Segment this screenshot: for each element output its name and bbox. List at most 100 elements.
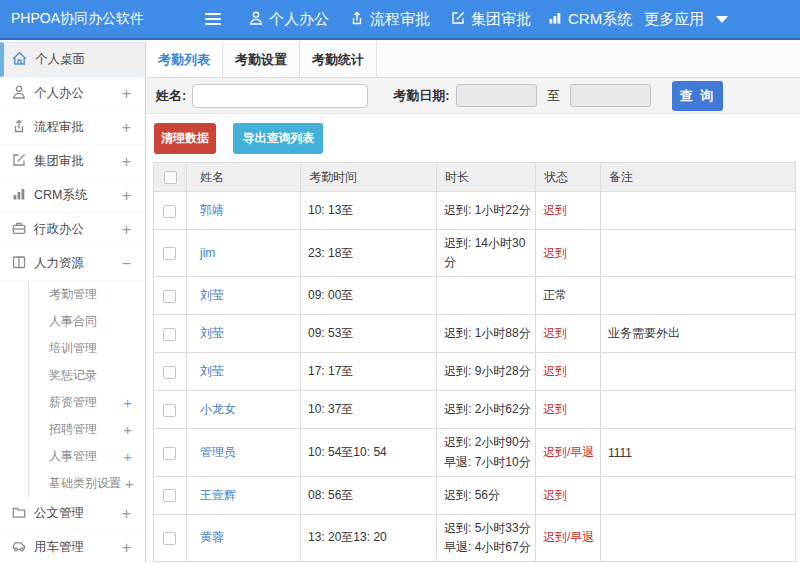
name-label: 姓名:: [156, 87, 186, 105]
status: 迟到: [536, 476, 601, 514]
expand-icon[interactable]: +: [122, 187, 131, 205]
expand-icon[interactable]: +: [122, 221, 131, 239]
employee-name-link[interactable]: jim: [200, 246, 215, 260]
col-note: 备注: [601, 163, 796, 192]
sidebar-item-workflow-approval[interactable]: 流程审批 +: [0, 111, 145, 145]
nav-workflow-approval[interactable]: 流程审批: [349, 10, 430, 29]
tab-attendance-list[interactable]: 考勤列表: [146, 42, 223, 77]
employee-name-link[interactable]: 王壹辉: [200, 488, 236, 502]
expand-icon[interactable]: +: [119, 448, 132, 465]
col-duration: 时长: [437, 163, 536, 192]
search-button[interactable]: 查 询: [672, 81, 724, 111]
sidebar-subitem-personnel-mgmt[interactable]: 人事管理 +: [0, 443, 145, 470]
collapse-icon[interactable]: −: [122, 255, 131, 273]
sidebar-item-personal-office[interactable]: 个人办公 +: [0, 77, 145, 111]
sidebar-subitem-training-mgmt[interactable]: 培训管理: [0, 335, 145, 362]
employee-name-link[interactable]: 刘莹: [200, 364, 224, 378]
expand-icon[interactable]: +: [122, 539, 131, 557]
expand-icon[interactable]: +: [122, 153, 131, 171]
status: 迟到: [536, 230, 601, 277]
menu-toggle-icon[interactable]: [205, 13, 221, 25]
row-checkbox[interactable]: [163, 447, 176, 460]
table-row: 小龙女 10: 37至 迟到: 2小时62分 迟到: [154, 391, 796, 429]
employee-name-link[interactable]: 黄蓉: [200, 530, 224, 544]
book-icon: [11, 254, 34, 273]
sidebar-subitem-salary-mgmt[interactable]: 薪资管理 +: [0, 389, 145, 416]
sidebar-item-crm-system[interactable]: CRM系统 +: [0, 179, 145, 213]
tab-attendance-stats[interactable]: 考勤统计: [300, 42, 377, 77]
employee-name-link[interactable]: 郭靖: [200, 203, 224, 217]
status: 迟到/早退: [536, 429, 601, 476]
top-nav: 个人办公 流程审批 集团审批 CRM系统 更多应用: [221, 10, 728, 29]
select-all-checkbox[interactable]: [164, 171, 177, 184]
expand-icon[interactable]: +: [121, 475, 134, 492]
nav-group-approval[interactable]: 集团审批: [450, 10, 531, 29]
duration: [437, 277, 536, 315]
sidebar-subitem-base-category[interactable]: 基础类别设置 +: [0, 470, 145, 497]
edit-icon: [11, 152, 34, 171]
employee-name-link[interactable]: 管理员: [200, 445, 236, 459]
date-from-input[interactable]: [456, 84, 537, 107]
table-row: 黄蓉 13: 20至13: 20 迟到: 5小时33分 早退: 4小时67分 迟…: [154, 514, 796, 561]
expand-icon[interactable]: +: [122, 505, 131, 523]
person-icon: [11, 84, 34, 103]
employee-name-link[interactable]: 刘莹: [200, 326, 224, 340]
duration: 迟到: 9小时28分: [437, 353, 536, 391]
sidebar-item-document-mgmt[interactable]: 公文管理 +: [0, 497, 145, 531]
status: 迟到: [536, 353, 601, 391]
name-input[interactable]: [192, 84, 368, 108]
status: 迟到/早退: [536, 514, 601, 561]
employee-name-link[interactable]: 小龙女: [200, 402, 236, 416]
expand-icon[interactable]: +: [122, 85, 131, 103]
expand-icon[interactable]: +: [119, 421, 132, 438]
employee-name-link[interactable]: 刘莹: [200, 288, 224, 302]
row-checkbox[interactable]: [163, 205, 176, 218]
tab-attendance-settings[interactable]: 考勤设置: [223, 42, 300, 77]
table-row: 刘莹 09: 53至 迟到: 1小时88分 迟到 业务需要外出: [154, 315, 796, 353]
clean-data-button[interactable]: 清理数据: [154, 123, 216, 154]
duration: 迟到: 14小时30分: [437, 230, 536, 277]
table-row: 刘莹 17: 17至 迟到: 9小时28分 迟到: [154, 353, 796, 391]
duration: 迟到: 5小时33分 早退: 4小时67分: [437, 514, 536, 561]
status: 正常: [536, 277, 601, 315]
workflow-icon: [11, 118, 34, 137]
sidebar-subitem-reward-record[interactable]: 奖惩记录: [0, 362, 145, 389]
status: 迟到: [536, 192, 601, 230]
duration: 迟到: 1小时22分: [437, 192, 536, 230]
row-checkbox[interactable]: [163, 404, 176, 417]
sidebar-item-desktop[interactable]: 个人桌面: [0, 42, 145, 77]
row-checkbox[interactable]: [163, 489, 176, 502]
nav-more-apps[interactable]: 更多应用: [644, 10, 728, 29]
note: [601, 353, 796, 391]
sidebar-item-human-resources[interactable]: 人力资源 −: [0, 247, 145, 281]
expand-icon[interactable]: +: [119, 394, 132, 411]
attendance-time: 10: 13至: [301, 192, 437, 230]
sidebar-item-vehicle-mgmt[interactable]: 用车管理 +: [0, 531, 145, 563]
table-header-row: 姓名 考勤时间 时长 状态 备注: [154, 163, 796, 192]
row-checkbox[interactable]: [163, 532, 176, 545]
caret-down-icon: [716, 16, 728, 23]
row-checkbox[interactable]: [163, 290, 176, 303]
table-row: 管理员 10: 54至10: 54 迟到: 2小时90分 早退: 7小时10分 …: [154, 429, 796, 476]
row-checkbox[interactable]: [163, 328, 176, 341]
export-list-button[interactable]: 导出查询列表: [233, 123, 323, 154]
col-name: 姓名: [187, 163, 301, 192]
workflow-icon: [349, 10, 370, 29]
nav-crm-system[interactable]: CRM系统: [547, 10, 632, 29]
home-icon: [11, 50, 35, 70]
sidebar-subitem-hr-contract[interactable]: 人事合同: [0, 308, 145, 335]
to-label: 至: [547, 87, 560, 105]
nav-personal-office[interactable]: 个人办公: [248, 10, 329, 29]
sidebar-item-admin-office[interactable]: 行政办公 +: [0, 213, 145, 247]
sidebar-item-group-approval[interactable]: 集团审批 +: [0, 145, 145, 179]
note: 1111: [601, 429, 796, 476]
car-icon: [11, 538, 34, 557]
status: 迟到: [536, 315, 601, 353]
row-checkbox[interactable]: [163, 247, 176, 260]
chart-icon: [547, 10, 568, 29]
sidebar-subitem-attendance-mgmt[interactable]: 考勤管理: [0, 281, 145, 308]
expand-icon[interactable]: +: [122, 119, 131, 137]
date-to-input[interactable]: [570, 84, 651, 107]
row-checkbox[interactable]: [163, 366, 176, 379]
sidebar-subitem-recruit-mgmt[interactable]: 招聘管理 +: [0, 416, 145, 443]
